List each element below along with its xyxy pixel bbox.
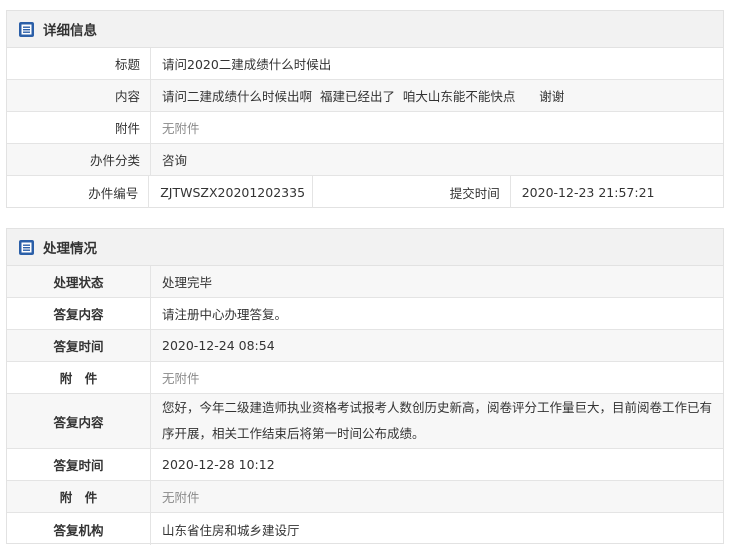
process-panel: 处理情况 处理状态 处理完毕 答复内容 请注册中心办理答复。 答复时间 2020… [6, 228, 724, 545]
detail-row-category: 办件分类 咨询 [7, 144, 723, 176]
detail-label: 办件分类 [89, 153, 140, 168]
process-label: 附 件 [59, 371, 98, 386]
detail-panel: 详细信息 标题 请问2020二建成绩什么时候出 内容 请问二建成绩什么时候出啊 … [6, 10, 724, 208]
process-label: 答复机构 [53, 522, 104, 538]
process-label: 处理状态 [53, 275, 104, 290]
document-list-icon [19, 21, 34, 37]
process-status-value: 处理完毕 [150, 266, 723, 297]
detail-label: 附件 [114, 121, 140, 136]
reply-time-value: 2020-12-24 08:54 [150, 330, 723, 361]
process-row-reply-time-2: 答复时间 2020-12-28 10:12 [7, 449, 723, 481]
detail-label: 标题 [114, 57, 140, 72]
process-row-attachment-2: 附 件 无附件 [7, 481, 723, 513]
process-label: 答复内容 [53, 414, 104, 430]
process-panel-title: 处理情况 [43, 241, 97, 257]
process-label: 答复时间 [53, 339, 104, 354]
detail-row-title: 标题 请问2020二建成绩什么时候出 [7, 48, 723, 80]
process-row-reply: 答复内容 请注册中心办理答复。 [7, 298, 723, 330]
detail-row-content: 内容 请问二建成绩什么时候出啊 福建已经出了 咱大山东能不能快点 谢谢 [7, 80, 723, 112]
detail-label: 内容 [114, 89, 140, 104]
reply-time-value: 2020-12-28 10:12 [150, 449, 723, 480]
attachment-value: 无附件 [150, 481, 723, 512]
process-panel-header: 处理情况 [7, 229, 723, 266]
process-row-status: 处理状态 处理完毕 [7, 266, 723, 298]
reply-agency-value: 山东省住房和城乡建设厅 [150, 513, 723, 545]
detail-value-title: 请问2020二建成绩什么时候出 [150, 48, 723, 79]
detail-panel-title: 详细信息 [43, 23, 97, 39]
document-list-icon [19, 239, 34, 255]
process-label: 附 件 [59, 490, 98, 505]
detail-value-attachment: 无附件 [150, 112, 723, 143]
process-row-reply-2: 答复内容 您好，今年二级建造师执业资格考试报考人数创历史新高，阅卷评分工作量巨大… [7, 394, 723, 449]
detail-row-attachment: 附件 无附件 [7, 112, 723, 144]
reply-content-value: 您好，今年二级建造师执业资格考试报考人数创历史新高，阅卷评分工作量巨大，目前阅卷… [150, 394, 723, 448]
reply-content-value: 请注册中心办理答复。 [150, 298, 723, 329]
detail-value-category: 咨询 [150, 144, 723, 175]
submit-time-value: 2020-12-23 21:57:21 [509, 176, 723, 208]
process-label: 答复内容 [53, 307, 104, 322]
case-number-value: ZJTWSZX20201202335 [148, 176, 312, 208]
attachment-value: 无附件 [150, 362, 723, 393]
process-row-reply-time: 答复时间 2020-12-24 08:54 [7, 330, 723, 362]
process-label: 答复时间 [53, 458, 104, 473]
detail-value-content: 请问二建成绩什么时候出啊 福建已经出了 咱大山东能不能快点 谢谢 [150, 80, 723, 111]
process-row-agency: 答复机构 山东省住房和城乡建设厅 [7, 513, 723, 545]
process-row-attachment: 附 件 无附件 [7, 362, 723, 394]
submit-time-label: 提交时间 [312, 176, 509, 208]
detail-panel-header: 详细信息 [7, 11, 723, 48]
detail-row-case-number: 办件编号 ZJTWSZX20201202335 提交时间 2020-12-23 … [7, 176, 723, 208]
detail-label: 办件编号 [88, 185, 139, 201]
